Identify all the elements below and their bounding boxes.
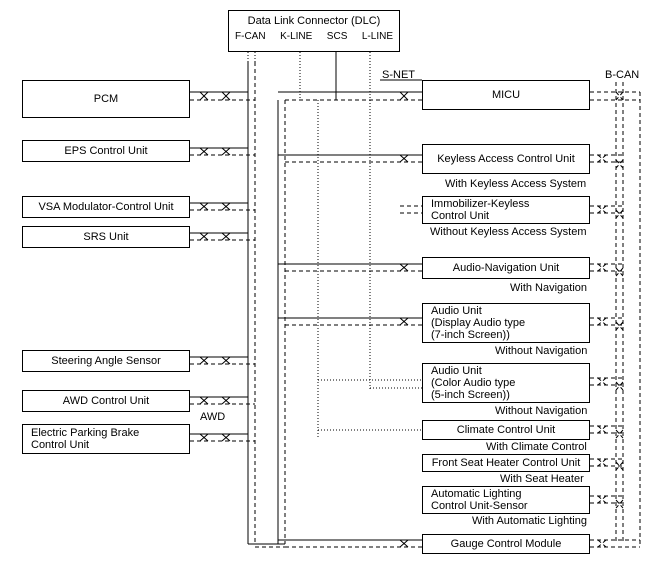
audio-color-box: Audio Unit (Color Audio type (5-inch Scr…	[422, 363, 590, 403]
climate-label: Climate Control Unit	[457, 424, 555, 436]
eps-label: EPS Control Unit	[64, 145, 147, 157]
micu-label: MICU	[492, 89, 520, 101]
immobilizer-box: Immobilizer-Keyless Control Unit	[422, 196, 590, 224]
can-bus-diagram: Data Link Connector (DLC) F-CAN K-LINE S…	[0, 0, 658, 568]
audio-disp-label: Audio Unit (Display Audio type (7-inch S…	[431, 305, 525, 341]
vsa-box: VSA Modulator-Control Unit	[22, 196, 190, 218]
cond-without-nav1: Without Navigation	[495, 345, 587, 357]
steering-label: Steering Angle Sensor	[51, 355, 160, 367]
audio-color-label: Audio Unit (Color Audio type (5-inch Scr…	[431, 365, 515, 401]
awd-ctrl-box: AWD Control Unit	[22, 390, 190, 412]
steering-box: Steering Angle Sensor	[22, 350, 190, 372]
dlc-box: Data Link Connector (DLC) F-CAN K-LINE S…	[228, 10, 400, 52]
auto-light-label: Automatic Lighting Control Unit-Sensor	[431, 488, 528, 512]
keyless-box: Keyless Access Control Unit	[422, 144, 590, 174]
vsa-label: VSA Modulator-Control Unit	[38, 201, 173, 213]
port-scs: SCS	[327, 31, 348, 42]
epb-box: Electric Parking Brake Control Unit	[22, 424, 190, 454]
micu-box: MICU	[422, 80, 590, 110]
climate-box: Climate Control Unit	[422, 420, 590, 440]
auto-light-box: Automatic Lighting Control Unit-Sensor	[422, 486, 590, 514]
audio-nav-box: Audio-Navigation Unit	[422, 257, 590, 279]
pcm-box: PCM	[22, 80, 190, 118]
immobilizer-label: Immobilizer-Keyless Control Unit	[431, 198, 529, 222]
cond-with-seat-heater: With Seat Heater	[500, 473, 584, 485]
port-kline: K-LINE	[280, 31, 312, 42]
awd-ctrl-label: AWD Control Unit	[63, 395, 149, 407]
gauge-label: Gauge Control Module	[451, 538, 562, 550]
audio-nav-label: Audio-Navigation Unit	[453, 262, 559, 274]
seat-heater-box: Front Seat Heater Control Unit	[422, 454, 590, 472]
cond-with-keyless: With Keyless Access System	[445, 178, 586, 190]
cond-with-climate: With Climate Control	[486, 441, 587, 453]
pcm-label: PCM	[94, 93, 118, 105]
awd-label: AWD	[200, 411, 225, 423]
srs-box: SRS Unit	[22, 226, 190, 248]
cond-without-keyless: Without Keyless Access System	[430, 226, 587, 238]
cond-with-nav: With Navigation	[510, 282, 587, 294]
snet-label: S-NET	[382, 69, 415, 81]
seat-heater-label: Front Seat Heater Control Unit	[432, 457, 581, 469]
eps-box: EPS Control Unit	[22, 140, 190, 162]
bcan-label: B-CAN	[605, 69, 639, 81]
dlc-title: Data Link Connector (DLC)	[233, 15, 395, 27]
keyless-label: Keyless Access Control Unit	[437, 153, 575, 165]
srs-label: SRS Unit	[83, 231, 128, 243]
cond-without-nav2: Without Navigation	[495, 405, 587, 417]
audio-disp-box: Audio Unit (Display Audio type (7-inch S…	[422, 303, 590, 343]
cond-with-auto-light: With Automatic Lighting	[472, 515, 587, 527]
port-lline: L-LINE	[362, 31, 393, 42]
epb-label: Electric Parking Brake Control Unit	[31, 427, 139, 451]
port-fcan: F-CAN	[235, 31, 266, 42]
gauge-box: Gauge Control Module	[422, 534, 590, 554]
